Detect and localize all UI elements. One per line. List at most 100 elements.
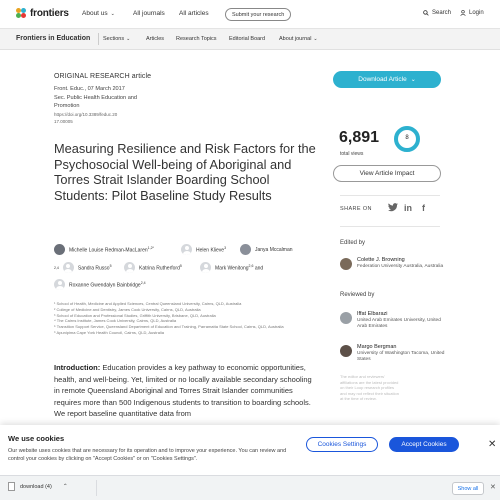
download-item[interactable]: download (4) ⌃ — [8, 482, 68, 491]
frontiers-logo[interactable]: frontiers — [16, 8, 69, 19]
all-articles-link[interactable]: All articles — [179, 10, 209, 17]
chevron-down-icon: ⌄ — [410, 77, 416, 83]
show-all-button[interactable]: Show all — [452, 482, 484, 495]
top-navigation: frontiers About us ⌄ All journals All ar… — [0, 0, 500, 29]
author-name: Mark Wenitong2,6 and — [215, 263, 264, 272]
editorial-board-link[interactable]: Editorial Board — [229, 36, 265, 42]
avatar — [181, 244, 192, 255]
avatar — [54, 279, 65, 290]
all-journals-label: All journals — [133, 10, 165, 17]
section-line[interactable]: Sec. Public Health Education and Promoti… — [54, 94, 154, 111]
article-meta: Front. Educ., 07 March 2017 Sec. Public … — [54, 85, 154, 111]
close-icon[interactable]: ✕ — [490, 483, 496, 491]
journal-navigation: Frontiers in Education Sections ⌄ Articl… — [0, 29, 500, 50]
journal-line: Front. Educ., 07 March 2017 — [54, 86, 125, 92]
edited-by-label: Edited by — [340, 240, 366, 246]
close-icon[interactable]: ✕ — [488, 439, 496, 450]
author-item[interactable]: Roxanne Gwendalyn Bainbridge2,4 — [54, 279, 146, 290]
ring-value: 8 — [405, 135, 409, 141]
article-title: Measuring Resilience and Risk Factors fo… — [54, 141, 316, 204]
cookie-title: We use cookies — [8, 434, 65, 443]
avatar — [340, 312, 352, 324]
cookie-banner: We use cookies Our website uses cookies … — [0, 425, 500, 475]
total-views-label: total views — [340, 151, 364, 157]
author-item[interactable]: Katrina Rutherford5 — [124, 262, 182, 273]
author-name: Helen Klieve3 — [196, 245, 227, 254]
login-link[interactable]: Login — [460, 10, 484, 16]
author-item[interactable]: Janya Mccalman — [240, 244, 293, 255]
reviewer-affiliation: United Arab Emirates University, United … — [357, 318, 441, 329]
author-name: Katrina Rutherford5 — [139, 263, 182, 272]
twitter-icon[interactable] — [388, 203, 398, 212]
share-on-label: SHARE ON — [340, 206, 372, 212]
about-us-label: About us — [82, 10, 108, 17]
about-journal-menu[interactable]: About journal ⌄ — [279, 36, 318, 42]
reviewer-name: Margo Bergman — [357, 344, 397, 350]
download-file-label: download (4) — [20, 483, 52, 490]
search-icon — [423, 10, 429, 16]
reviewer-item[interactable]: Margo Bergman University of Washington T… — [340, 344, 447, 363]
reviewed-by-label: Reviewed by — [340, 292, 375, 298]
view-article-impact-button[interactable]: View Article Impact — [333, 165, 441, 182]
file-icon — [8, 482, 15, 491]
accept-cookies-button[interactable]: Accept Cookies — [389, 437, 459, 452]
download-bar: download (4) ⌃ Show all ✕ — [0, 475, 500, 500]
avatar — [200, 262, 211, 273]
chevron-down-icon: ⌄ — [126, 36, 131, 42]
intro-heading: Introduction: — [54, 363, 101, 372]
download-article-button[interactable]: Download Article ⌄ — [333, 71, 441, 88]
chevron-down-icon: ⌄ — [110, 10, 115, 17]
all-journals-link[interactable]: All journals — [133, 10, 165, 17]
frontiers-logo-icon — [16, 8, 27, 19]
search-link[interactable]: Search — [423, 10, 451, 16]
articles-label: Articles — [146, 36, 165, 42]
avatar — [62, 262, 74, 273]
author-name: Janya Mccalman — [255, 246, 293, 253]
user-icon — [460, 10, 466, 16]
facebook-icon[interactable]: f — [422, 203, 425, 213]
avatar — [240, 244, 251, 255]
cookies-settings-button[interactable]: Cookies Settings — [306, 437, 378, 452]
author-item[interactable]: 2,4 Sandra Russo5 — [54, 262, 112, 273]
cookie-text: Our website uses cookies that are necess… — [8, 448, 287, 462]
avatar — [340, 258, 352, 270]
research-topics-label: Research Topics — [176, 36, 217, 42]
editor-affiliation: Federation University Australia, Austral… — [357, 264, 444, 269]
author-item[interactable]: Helen Klieve3 — [181, 244, 226, 255]
reviewer-name: Iffat Elbarazi — [357, 311, 388, 317]
author-item[interactable]: Mark Wenitong2,6 and — [200, 262, 263, 273]
article-type: ORIGINAL RESEARCH article — [54, 73, 152, 80]
nav-divider — [98, 33, 99, 45]
sections-menu[interactable]: Sections ⌄ — [103, 36, 130, 42]
total-views-count: 6,891 — [339, 129, 380, 146]
all-articles-label: All articles — [179, 10, 209, 17]
search-label: Search — [432, 10, 452, 16]
affiliations: ¹ School of Health, Medicine and Applied… — [54, 301, 314, 336]
research-topics-link[interactable]: Research Topics — [176, 36, 217, 42]
author-affil-sup: 2,4 — [54, 265, 59, 270]
login-label: Login — [469, 10, 484, 16]
journal-title[interactable]: Frontiers in Education — [16, 35, 90, 42]
linkedin-icon[interactable]: in — [404, 203, 412, 213]
articles-link[interactable]: Articles — [146, 36, 164, 42]
altmetric-ring-icon[interactable]: 8 — [394, 126, 420, 152]
reviewer-item[interactable]: Iffat Elbarazi United Arab Emirates Univ… — [340, 311, 447, 330]
doi-link[interactable]: https://doi.org/10.3389/feduc.2017.00005 — [54, 111, 118, 125]
about-us-menu[interactable]: About us ⌄ — [82, 10, 115, 17]
divider — [340, 226, 440, 227]
editor-name: Colette J. Browning — [357, 257, 405, 263]
avatar — [340, 345, 352, 357]
avatar — [54, 244, 65, 255]
editor-item[interactable]: Colette J. Browning Federation Universit… — [340, 257, 447, 270]
about-journal-label: About journal — [279, 36, 312, 42]
author-name: Roxanne Gwendalyn Bainbridge2,4 — [69, 280, 146, 289]
divider — [96, 480, 97, 496]
submit-research-button[interactable]: Submit your research — [225, 8, 292, 21]
avatar — [124, 262, 135, 273]
chevron-up-icon[interactable]: ⌃ — [63, 483, 68, 490]
chevron-down-icon: ⌄ — [313, 36, 318, 42]
affiliation-item: ⁶ Apunipima Cape York Health Council, Ca… — [54, 329, 164, 335]
download-label: Download Article — [358, 76, 407, 83]
affiliation-note: The editor and reviewers' affiliations a… — [340, 374, 399, 401]
author-item[interactable]: Michelle Louise Redman-MacLaren1,2* — [54, 244, 154, 255]
